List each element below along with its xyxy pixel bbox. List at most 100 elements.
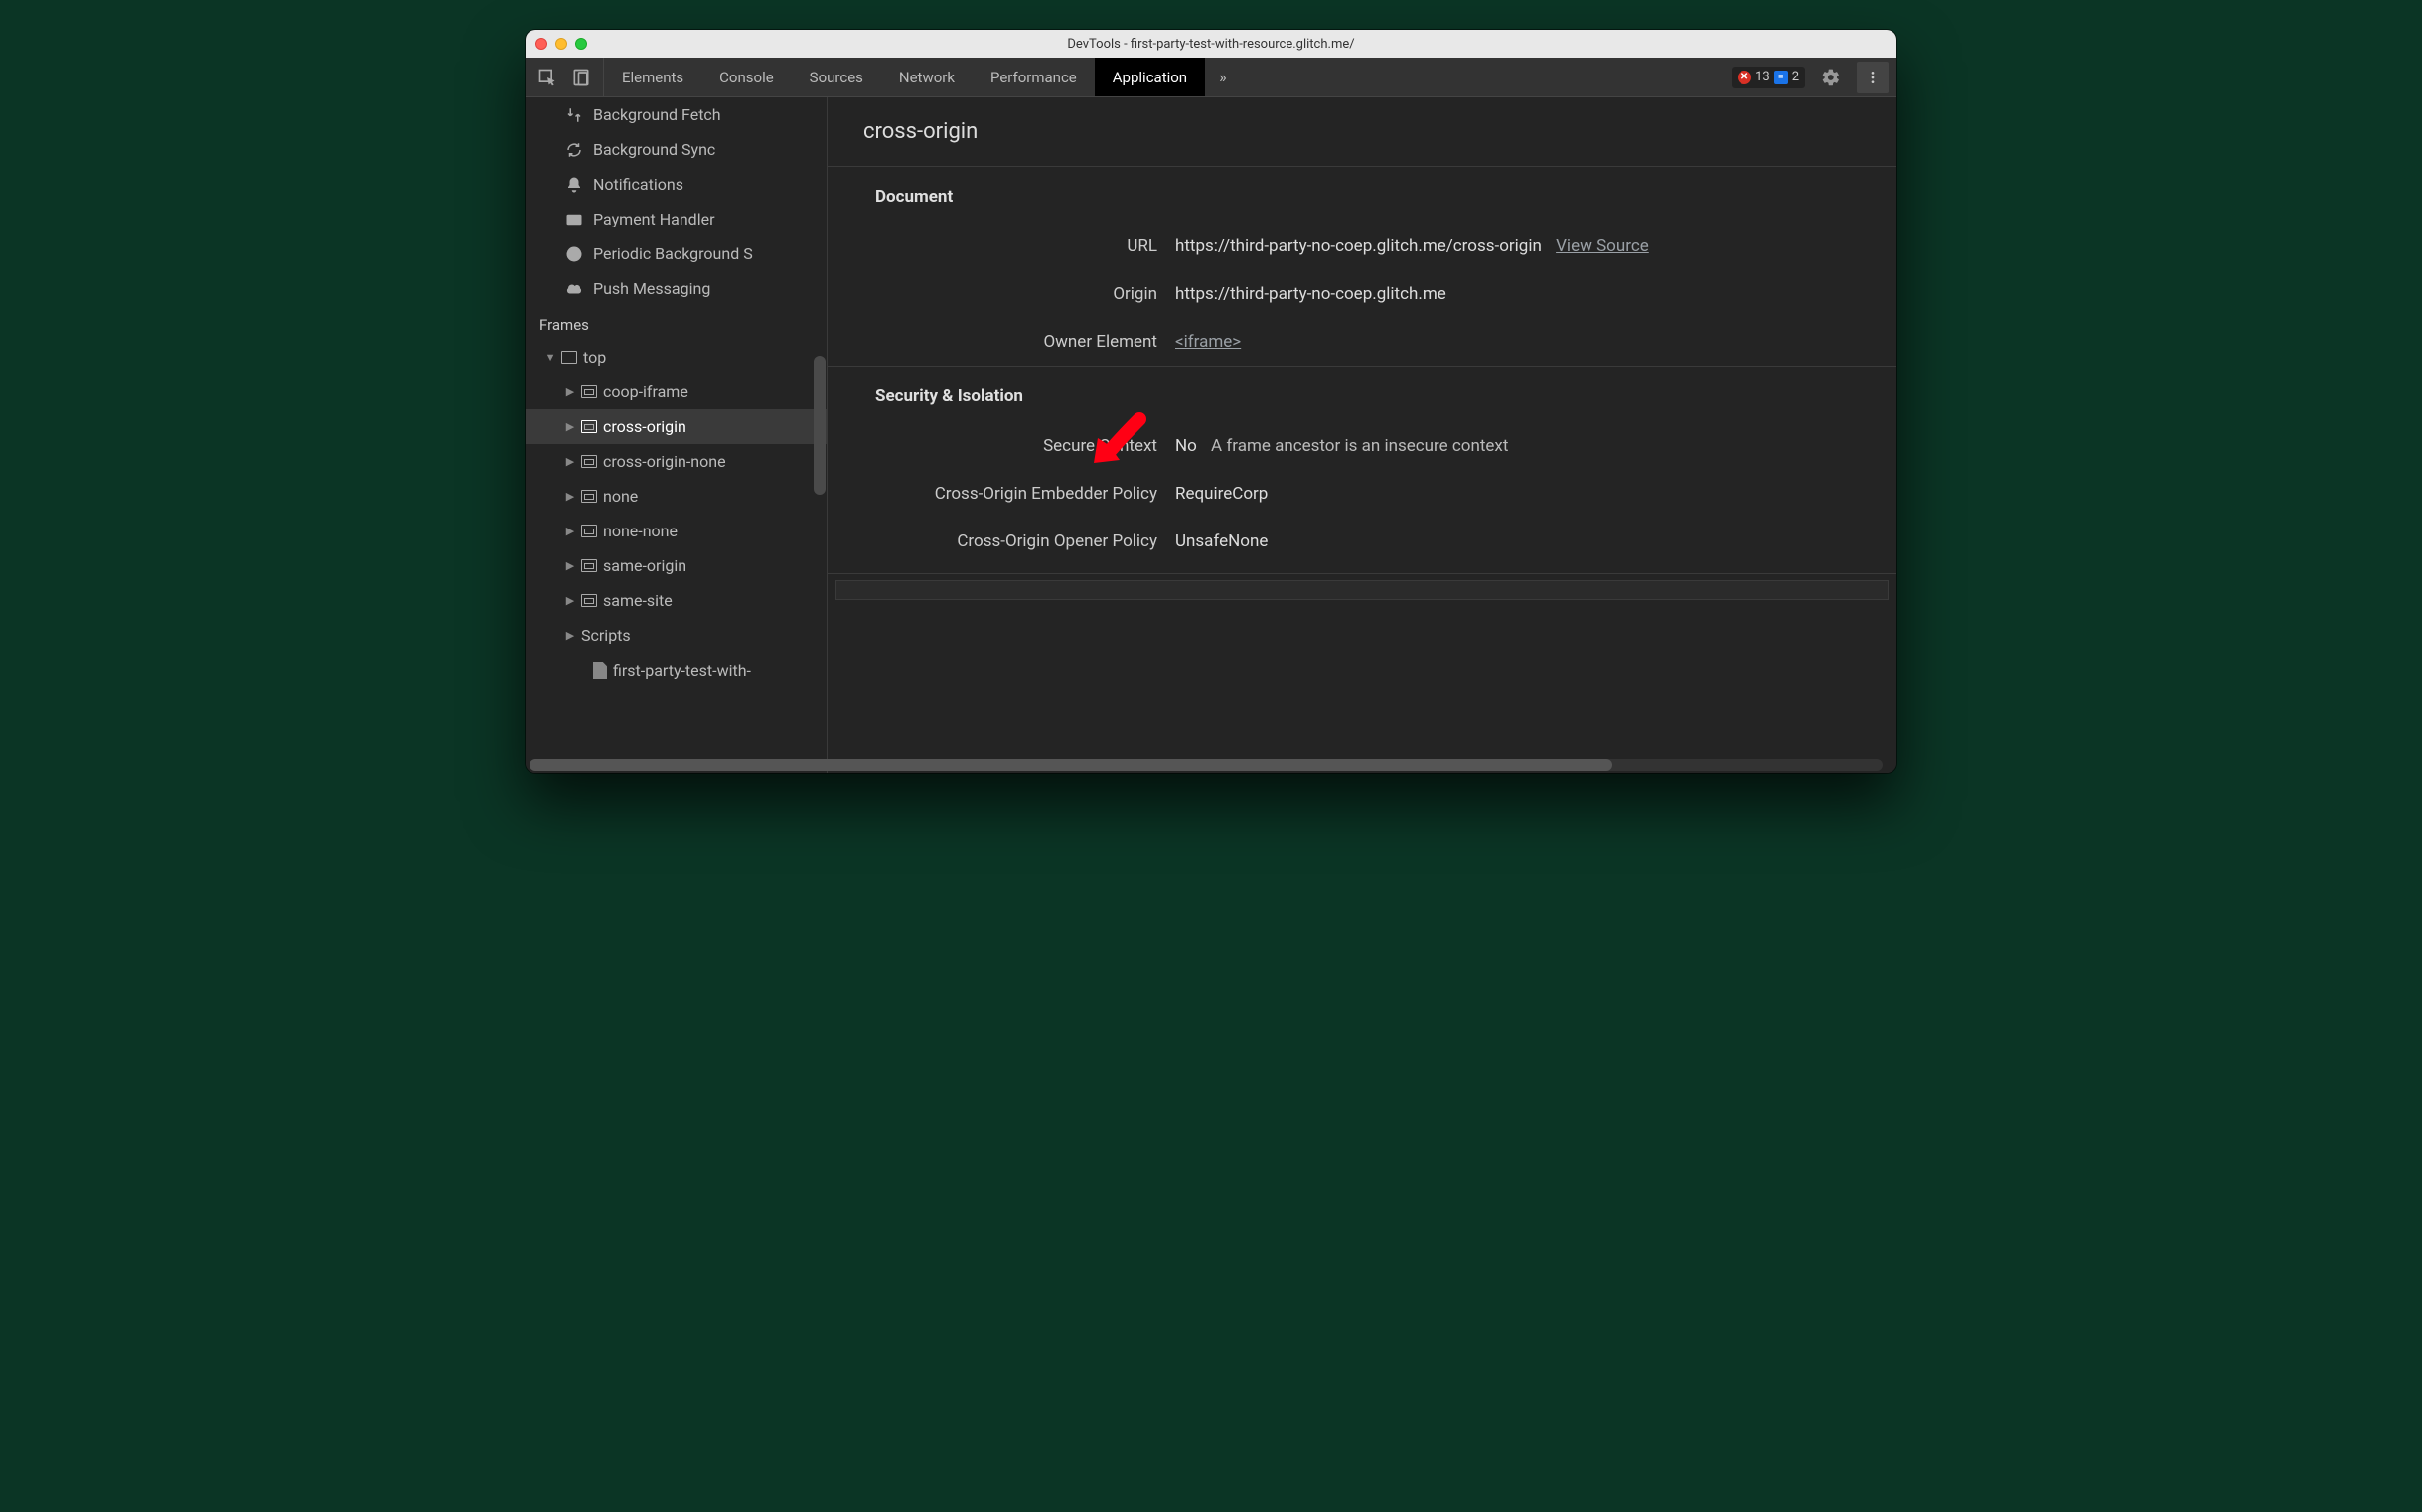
secure-context-value: No A frame ancestor is an insecure conte… <box>1175 436 1873 456</box>
disclosure-triangle-icon[interactable]: ▶ <box>565 525 575 537</box>
application-sidebar: Background Fetch Background Sync Notific… <box>526 97 828 773</box>
inspect-element-icon[interactable] <box>537 68 557 87</box>
maximize-window-button[interactable] <box>575 38 587 50</box>
devtools-toolbar: Elements Console Sources Network Perform… <box>526 58 1896 97</box>
toolbar-right: ✕ 13 = 2 <box>1724 58 1896 96</box>
scripts-label: Scripts <box>581 626 631 645</box>
tab-network[interactable]: Network <box>881 58 973 96</box>
frame-scripts[interactable]: ▶ Scripts <box>526 618 827 653</box>
sidebar-item-label: Background Sync <box>593 140 715 159</box>
sidebar-item-notifications[interactable]: Notifications <box>526 167 827 202</box>
iframe-icon <box>581 420 597 433</box>
toolbar-left <box>526 58 604 96</box>
sidebar-item-label: Periodic Background S <box>593 244 753 263</box>
row-coop: Cross-Origin Opener Policy UnsafeNone <box>828 518 1896 565</box>
error-count: 13 <box>1755 70 1770 84</box>
titlebar: DevTools - first-party-test-with-resourc… <box>526 30 1896 58</box>
tab-performance[interactable]: Performance <box>973 58 1095 96</box>
row-coep: Cross-Origin Embedder Policy RequireCorp <box>828 470 1896 518</box>
view-source-link[interactable]: View Source <box>1556 236 1649 256</box>
secure-context-label: Secure Context <box>828 436 1175 456</box>
frame-cross-origin[interactable]: ▶ cross-origin <box>526 409 827 444</box>
file-icon <box>593 662 607 679</box>
panel-tabs: Elements Console Sources Network Perform… <box>604 58 1724 96</box>
divider <box>828 573 1896 574</box>
close-window-button[interactable] <box>535 38 547 50</box>
origin-label: Origin <box>828 284 1175 304</box>
coop-label: Cross-Origin Opener Policy <box>828 531 1175 551</box>
disclosure-triangle-icon[interactable]: ▼ <box>545 351 555 364</box>
owner-element-link[interactable]: <iframe> <box>1175 332 1241 352</box>
sidebar-item-label: Payment Handler <box>593 210 715 228</box>
secure-context-note: A frame ancestor is an insecure context <box>1211 436 1508 456</box>
iframe-icon <box>581 385 597 398</box>
devtools-window: DevTools - first-party-test-with-resourc… <box>526 30 1896 773</box>
security-section-header: Security & Isolation <box>828 367 1896 422</box>
sidebar-item-label: Push Messaging <box>593 279 710 298</box>
disclosure-triangle-icon[interactable]: ▶ <box>565 629 575 642</box>
disclosure-triangle-icon[interactable]: ▶ <box>565 420 575 433</box>
row-origin: Origin https://third-party-no-coep.glitc… <box>828 270 1896 318</box>
tab-application[interactable]: Application <box>1095 58 1205 96</box>
sidebar-item-push-messaging[interactable]: Push Messaging <box>526 271 827 306</box>
sidebar-item-payment-handler[interactable]: Payment Handler <box>526 202 827 236</box>
frame-label: same-origin <box>603 556 686 575</box>
minimize-window-button[interactable] <box>555 38 567 50</box>
message-icon: = <box>1774 71 1788 84</box>
pane-title: cross-origin <box>828 97 1896 166</box>
sidebar-vertical-scrollbar[interactable] <box>814 356 826 495</box>
tab-sources[interactable]: Sources <box>792 58 881 96</box>
iframe-icon <box>581 455 597 468</box>
frame-same-origin[interactable]: ▶ same-origin <box>526 548 827 583</box>
frame-file[interactable]: first-party-test-with- <box>526 653 827 687</box>
tab-elements[interactable]: Elements <box>604 58 701 96</box>
frame-label: cross-origin <box>603 417 686 436</box>
frame-top[interactable]: ▼ top <box>526 340 827 375</box>
bottom-input-bar[interactable] <box>835 580 1889 600</box>
frames-header: Frames <box>526 306 827 340</box>
disclosure-triangle-icon[interactable]: ▶ <box>565 490 575 503</box>
url-label: URL <box>828 236 1175 256</box>
secure-context-flag: No <box>1175 436 1197 456</box>
disclosure-triangle-icon[interactable]: ▶ <box>565 559 575 572</box>
row-owner-element: Owner Element <iframe> <box>828 318 1896 366</box>
window-title: DevTools - first-party-test-with-resourc… <box>526 37 1896 52</box>
frame-label: cross-origin-none <box>603 452 726 471</box>
frame-coop-iframe[interactable]: ▶ coop-iframe <box>526 375 827 409</box>
iframe-icon <box>581 525 597 537</box>
console-counters[interactable]: ✕ 13 = 2 <box>1732 67 1805 88</box>
more-tabs-button[interactable]: » <box>1205 58 1241 96</box>
document-section-header: Document <box>828 167 1896 223</box>
disclosure-triangle-icon[interactable]: ▶ <box>565 455 575 468</box>
row-url: URL https://third-party-no-coep.glitch.m… <box>828 223 1896 270</box>
frame-details-pane: cross-origin Document URL https://third-… <box>828 97 1896 773</box>
frame-cross-origin-none[interactable]: ▶ cross-origin-none <box>526 444 827 479</box>
frame-none[interactable]: ▶ none <box>526 479 827 514</box>
more-options-button[interactable] <box>1857 62 1889 93</box>
sidebar-item-label: Background Fetch <box>593 105 721 124</box>
iframe-icon <box>581 559 597 572</box>
sidebar-horizontal-scrollbar[interactable] <box>530 759 828 771</box>
disclosure-triangle-icon[interactable]: ▶ <box>565 385 575 398</box>
sidebar-item-label: Notifications <box>593 175 683 194</box>
tab-console[interactable]: Console <box>701 58 792 96</box>
iframe-icon <box>581 594 597 607</box>
sidebar-item-periodic-background-sync[interactable]: Periodic Background S <box>526 236 827 271</box>
error-icon: ✕ <box>1738 71 1751 84</box>
disclosure-triangle-icon[interactable]: ▶ <box>565 594 575 607</box>
settings-button[interactable] <box>1815 62 1847 93</box>
coep-label: Cross-Origin Embedder Policy <box>828 484 1175 504</box>
frame-same-site[interactable]: ▶ same-site <box>526 583 827 618</box>
frame-label: top <box>583 348 606 367</box>
frame-none-none[interactable]: ▶ none-none <box>526 514 827 548</box>
frame-label: coop-iframe <box>603 382 688 401</box>
device-toolbar-icon[interactable] <box>571 68 591 87</box>
sidebar-item-background-sync[interactable]: Background Sync <box>526 132 827 167</box>
origin-value: https://third-party-no-coep.glitch.me <box>1175 284 1873 304</box>
row-secure-context: Secure Context No A frame ancestor is an… <box>828 422 1896 470</box>
frame-icon <box>561 351 577 364</box>
coep-value: RequireCorp <box>1175 484 1873 504</box>
frame-label: none-none <box>603 522 678 540</box>
sidebar-item-background-fetch[interactable]: Background Fetch <box>526 97 827 132</box>
scrollbar-thumb[interactable] <box>530 759 828 771</box>
